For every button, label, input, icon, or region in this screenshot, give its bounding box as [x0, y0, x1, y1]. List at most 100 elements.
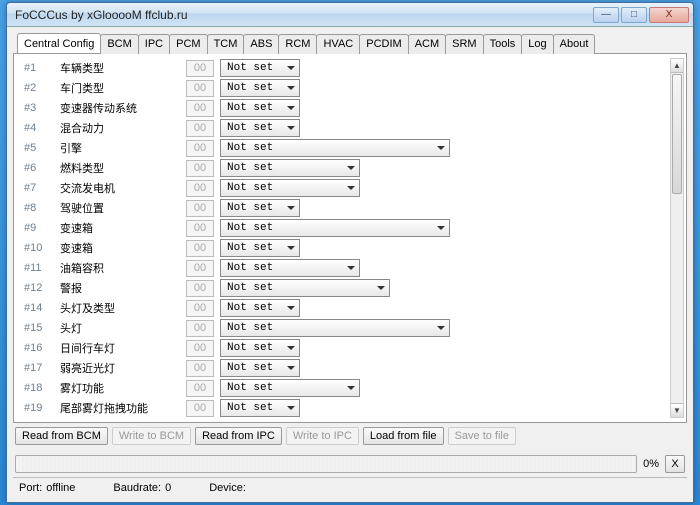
row-code-input[interactable]: 00 [186, 280, 214, 297]
row-code-input[interactable]: 00 [186, 80, 214, 97]
maximize-button[interactable]: □ [621, 7, 647, 23]
row-value-dropdown[interactable]: Not set [220, 339, 300, 357]
row-code-input[interactable]: 00 [186, 60, 214, 77]
row-value-dropdown[interactable]: Not set [220, 139, 450, 157]
row-value-dropdown[interactable]: Not set [220, 319, 450, 337]
tab-ipc[interactable]: IPC [138, 34, 170, 54]
app-window: FoCCCus by xGlooooM ffclub.ru — □ X Cent… [6, 2, 694, 503]
row-value-dropdown[interactable]: Not set [220, 99, 300, 117]
row-value-dropdown[interactable]: Not set [220, 239, 300, 257]
row-index: #14 [24, 302, 54, 314]
row-code-input[interactable]: 00 [186, 140, 214, 157]
row-value-dropdown[interactable]: Not set [220, 119, 300, 137]
row-value-dropdown[interactable]: Not set [220, 399, 300, 417]
row-code-input[interactable]: 00 [186, 160, 214, 177]
tab-pcdim[interactable]: PCDIM [359, 34, 408, 54]
row-label: 车辆类型 [60, 60, 180, 76]
row-value-dropdown[interactable]: Not set [220, 179, 360, 197]
minimize-button[interactable]: — [593, 7, 619, 23]
config-row: #14头灯及类型00Not set [24, 298, 668, 318]
status-port-key: Port: [19, 482, 42, 494]
row-label: 变速器传动系统 [60, 100, 180, 116]
tab-central-config[interactable]: Central Config [17, 33, 101, 53]
row-value-dropdown[interactable]: Not set [220, 59, 300, 77]
row-code-input[interactable]: 00 [186, 320, 214, 337]
row-value-dropdown[interactable]: Not set [220, 79, 300, 97]
action-buttons: Read from BCM Write to BCM Read from IPC… [13, 423, 687, 449]
titlebar[interactable]: FoCCCus by xGlooooM ffclub.ru — □ X [7, 3, 693, 27]
scrollbar-thumb[interactable] [672, 74, 682, 194]
row-code-input[interactable]: 00 [186, 100, 214, 117]
tab-srm[interactable]: SRM [445, 34, 483, 54]
row-label: 引擎 [60, 140, 180, 156]
row-label: 警报 [60, 280, 180, 296]
read-from-ipc-button[interactable]: Read from IPC [195, 427, 282, 445]
tab-tools[interactable]: Tools [483, 34, 523, 54]
scroll-down-icon[interactable]: ▼ [671, 403, 683, 417]
config-row: #3变速器传动系统00Not set [24, 98, 668, 118]
row-index: #4 [24, 122, 54, 134]
cancel-button[interactable]: X [665, 455, 685, 473]
row-value-dropdown[interactable]: Not set [220, 259, 360, 277]
tab-acm[interactable]: ACM [408, 34, 446, 54]
config-row: #19尾部雾灯拖拽功能00Not set [24, 398, 668, 418]
load-from-file-button[interactable]: Load from file [363, 427, 444, 445]
row-value-dropdown[interactable]: Not set [220, 279, 390, 297]
row-label: 雾灯功能 [60, 380, 180, 396]
scroll-up-icon[interactable]: ▲ [671, 59, 683, 73]
tabstrip: Central ConfigBCMIPCPCMTCMABSRCMHVACPCDI… [13, 33, 687, 54]
row-index: #9 [24, 222, 54, 234]
row-index: #10 [24, 242, 54, 254]
tab-tcm[interactable]: TCM [207, 34, 245, 54]
row-label: 油箱容积 [60, 260, 180, 276]
row-label: 车门类型 [60, 80, 180, 96]
row-code-input[interactable]: 00 [186, 220, 214, 237]
config-row: #2 车门类型 00 Not set [24, 78, 668, 98]
config-row: #17 弱亮近光灯 00 Not set [24, 358, 668, 378]
row-code-input[interactable]: 00 [186, 360, 214, 377]
status-baud-key: Baudrate: [113, 482, 161, 494]
config-row: #6燃料类型00Not set [24, 158, 668, 178]
tab-content: #1车辆类型00Not set#2车门类型00Not set#3变速器传动系统0… [13, 54, 687, 423]
row-index: #2 [24, 82, 54, 94]
row-value-dropdown[interactable]: Not set [220, 219, 450, 237]
close-button[interactable]: X [649, 7, 689, 23]
tab-log[interactable]: Log [521, 34, 553, 54]
row-code-input[interactable]: 00 [186, 300, 214, 317]
row-code-input[interactable]: 00 [186, 380, 214, 397]
progress-bar [15, 455, 637, 473]
tab-about[interactable]: About [553, 34, 596, 54]
tab-rcm[interactable]: RCM [278, 34, 317, 54]
tab-pcm[interactable]: PCM [169, 34, 207, 54]
write-to-bcm-button: Write to BCM [112, 427, 191, 445]
row-value-dropdown[interactable]: Not set [220, 359, 300, 377]
row-value-dropdown[interactable]: Not set [220, 379, 360, 397]
row-index: #17 [24, 362, 54, 374]
row-index: #15 [24, 322, 54, 334]
row-value-dropdown[interactable]: Not set [220, 299, 300, 317]
config-row: #11油箱容积00Not set [24, 258, 668, 278]
row-code-input[interactable]: 00 [186, 200, 214, 217]
row-code-input[interactable]: 00 [186, 240, 214, 257]
row-index: #8 [24, 202, 54, 214]
row-code-input[interactable]: 00 [186, 400, 214, 417]
tab-bcm[interactable]: BCM [100, 34, 138, 54]
row-index: #12 [24, 282, 54, 294]
vertical-scrollbar[interactable]: ▲ ▼ [670, 58, 684, 418]
row-code-input[interactable]: 00 [186, 180, 214, 197]
tab-abs[interactable]: ABS [243, 34, 279, 54]
tab-hvac[interactable]: HVAC [316, 34, 360, 54]
window-buttons: — □ X [593, 7, 689, 23]
row-label: 弱亮近光灯 [60, 360, 180, 376]
row-code-input[interactable]: 00 [186, 340, 214, 357]
row-label: 变速箱 [60, 220, 180, 236]
config-row: #1车辆类型00Not set [24, 58, 668, 78]
row-code-input[interactable]: 00 [186, 120, 214, 137]
row-value-dropdown[interactable]: Not set [220, 199, 300, 217]
row-value-dropdown[interactable]: Not set [220, 159, 360, 177]
row-code-input[interactable]: 00 [186, 260, 214, 277]
read-from-bcm-button[interactable]: Read from BCM [15, 427, 108, 445]
row-index: #19 [24, 402, 54, 414]
progress-percent: 0% [643, 458, 659, 470]
config-row: #7交流发电机00Not set [24, 178, 668, 198]
